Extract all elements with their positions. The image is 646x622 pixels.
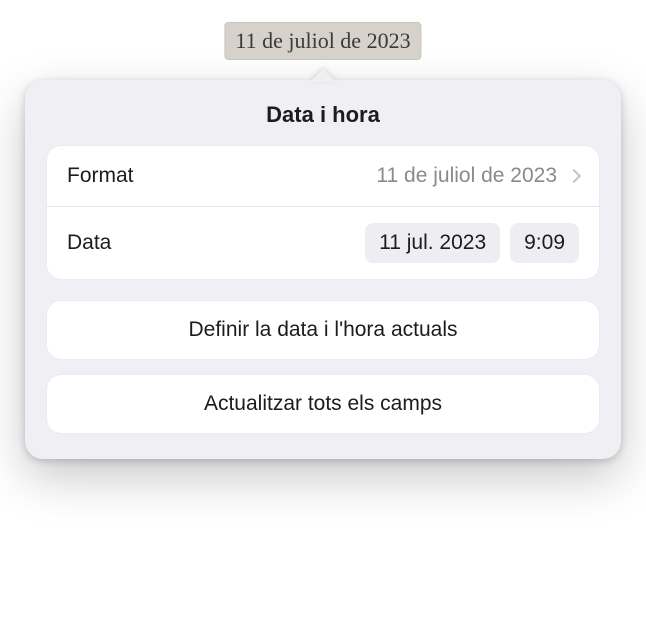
data-row: Data 11 jul. 2023 9:09 (47, 206, 599, 279)
format-value: 11 de juliol de 2023 (376, 164, 557, 188)
time-picker-pill[interactable]: 9:09 (510, 223, 579, 263)
settings-card: Format 11 de juliol de 2023 Data 11 jul.… (47, 146, 599, 279)
format-label: Format (67, 164, 134, 188)
popover-title: Data i hora (47, 102, 599, 128)
set-current-datetime-button[interactable]: Definir la data i l'hora actuals (47, 301, 599, 359)
inserted-date-token[interactable]: 11 de juliol de 2023 (224, 22, 421, 60)
format-row[interactable]: Format 11 de juliol de 2023 (47, 146, 599, 206)
format-right: 11 de juliol de 2023 (376, 164, 579, 188)
chevron-right-icon (567, 169, 581, 183)
update-all-fields-button[interactable]: Actualitzar tots els camps (47, 375, 599, 433)
data-right: 11 jul. 2023 9:09 (365, 223, 579, 263)
actions-group: Definir la data i l'hora actuals Actuali… (47, 301, 599, 433)
data-label: Data (67, 231, 111, 255)
date-time-popover: Data i hora Format 11 de juliol de 2023 … (25, 80, 621, 459)
date-picker-pill[interactable]: 11 jul. 2023 (365, 223, 500, 263)
